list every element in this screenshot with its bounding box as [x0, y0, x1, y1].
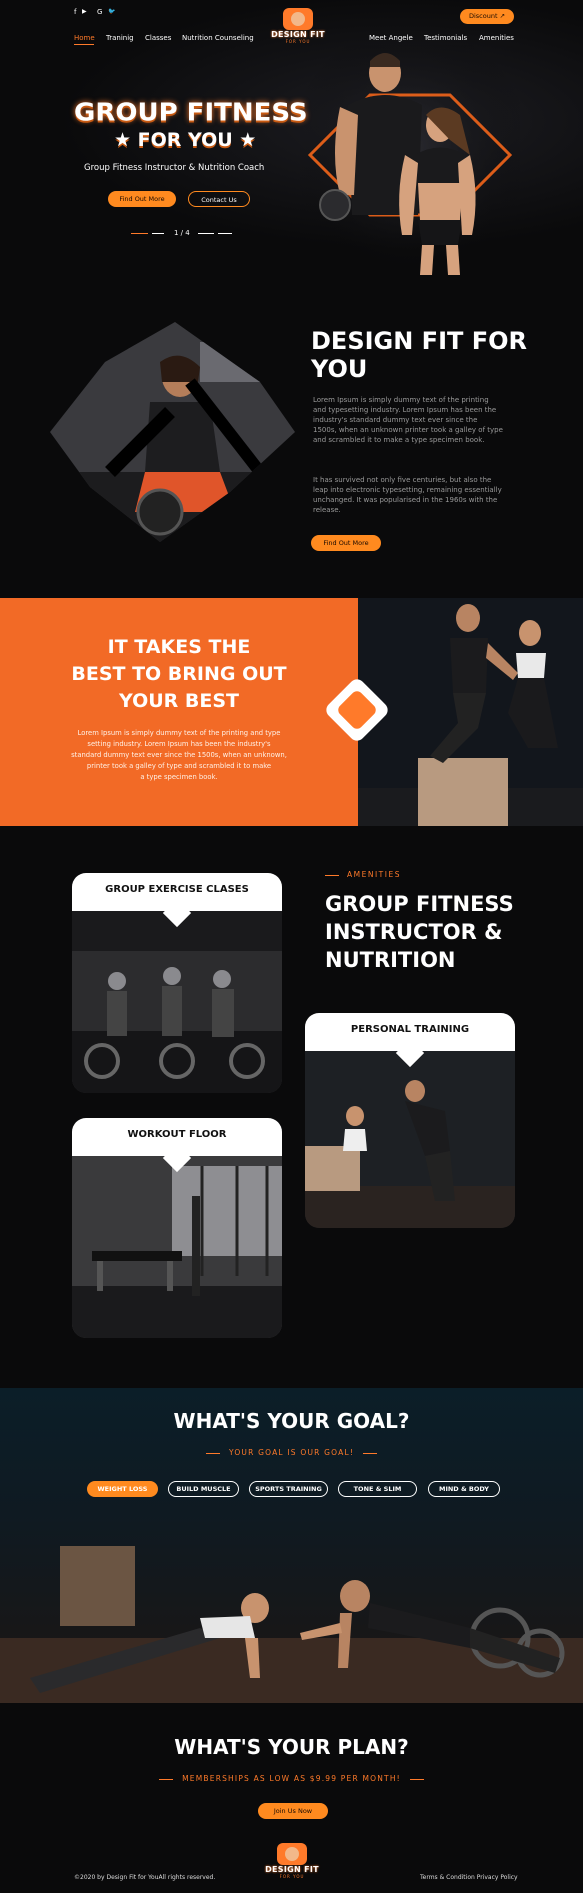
slider-line-left-accent [131, 233, 148, 234]
facebook-icon[interactable]: f [74, 8, 76, 16]
couple-training-image [358, 598, 583, 826]
hero-subtitle: Group Fitness Instructor & Nutrition Coa… [84, 163, 265, 173]
nav-active-underline [74, 44, 94, 45]
motivation-title-line-1: IT TAKES THE [107, 636, 251, 658]
motivation-text-line: setting industry. Lorem Ipsum has been t… [87, 740, 271, 748]
site-header: f ▶ G 🐦 Home Traninig Classes Nutrition … [0, 0, 583, 60]
workout-floor-image [72, 1156, 282, 1338]
footer-links[interactable]: Terms & Condition Privacy Policy [420, 1874, 518, 1881]
footer-logo[interactable]: DESIGN FIT FOR YOU [262, 1843, 322, 1879]
badge-logo-icon [335, 688, 379, 732]
hero-couple-photo [300, 45, 520, 275]
goal-tab-build-muscle[interactable]: BUILD MUSCLE [168, 1481, 239, 1497]
youtube-icon[interactable]: ▶ [82, 8, 87, 15]
motivation-title: IT TAKES THE BEST TO BRING OUT YOUR BEST [0, 634, 358, 715]
slider-line-left [152, 233, 164, 234]
hero-title: GROUP FITNESS [74, 98, 308, 128]
card-workout-floor-title: WORKOUT FLOOR [127, 1129, 227, 1140]
twitter-icon[interactable]: 🐦 [108, 8, 115, 15]
plan-subtitle: MEMBERSHIPS AS LOW AS $9.99 PER MONTH! [0, 1774, 583, 1783]
goal-subtitle-text: YOUR GOAL IS OUR GOAL! [228, 1448, 355, 1457]
card-personal-training[interactable]: PERSONAL TRAINING [305, 1013, 515, 1228]
logo-mark-icon [277, 1843, 307, 1865]
nav-amenities[interactable]: Amenities [479, 34, 514, 42]
group-exercise-image [72, 911, 282, 1093]
hero-title-second-line: ★ FOR YOU ★ [114, 129, 257, 151]
about-title: DESIGN FIT FOR YOU [311, 327, 527, 383]
copyright-text: ©2020 by Design Fit for YouAll rights re… [74, 1874, 216, 1881]
personal-training-image [305, 1051, 515, 1228]
subtitle-line-right [409, 1778, 424, 1780]
subtitle-line-right [363, 1452, 378, 1454]
about-paragraph-2: It has survived not only five centuries,… [313, 476, 502, 514]
eyebrow-line [325, 874, 339, 876]
motivation-text-line: Lorem Ipsum is simply dummy text of the … [77, 729, 281, 737]
about-find-out-more-button[interactable]: Find Out More [311, 535, 381, 551]
motivation-text-line: printer took a galley of type and scramb… [86, 762, 272, 770]
motivation-title-line-2: BEST TO BRING OUT [71, 663, 287, 685]
discount-button[interactable]: Discount ↗ [460, 9, 514, 24]
nav-training[interactable]: Traninig [106, 34, 134, 42]
slider-line-right [198, 233, 214, 234]
hero-find-out-more-button[interactable]: Find Out More [108, 191, 176, 207]
about-photo-diamond [50, 322, 295, 542]
hero-contact-us-button[interactable]: Contact Us [188, 191, 250, 207]
amenities-title-line-2: INSTRUCTOR & [325, 920, 503, 944]
card-personal-training-title: PERSONAL TRAINING [350, 1024, 470, 1035]
motivation-photo [358, 598, 583, 826]
goal-title: WHAT'S YOUR GOAL? [173, 1409, 410, 1433]
logo-title: DESIGN FIT [271, 30, 325, 39]
amenities-title-line-1: GROUP FITNESS [325, 892, 514, 916]
arrow-icon: ↗ [499, 12, 506, 20]
logo[interactable]: DESIGN FIT FOR YOU [268, 8, 328, 44]
goal-section: WHAT'S YOUR GOAL? YOUR GOAL IS OUR GOAL! [0, 1388, 583, 1703]
plan-subtitle-text: MEMBERSHIPS AS LOW AS $9.99 PER MONTH! [182, 1774, 401, 1783]
footer-logo-title: DESIGN FIT [265, 1865, 319, 1874]
goal-tab-weight-loss[interactable]: WEIGHT LOSS [87, 1481, 158, 1497]
amenities-eyebrow: AMENITIES [325, 870, 401, 879]
amenities-title: GROUP FITNESS INSTRUCTOR & NUTRITION [325, 890, 514, 974]
logo-subtitle: FOR YOU [285, 39, 311, 44]
motivation-section: IT TAKES THE BEST TO BRING OUT YOUR BEST… [0, 598, 358, 826]
plan-section: WHAT'S YOUR PLAN? MEMBERSHIPS AS LOW AS … [0, 1703, 583, 1893]
plan-title: WHAT'S YOUR PLAN? [174, 1735, 409, 1759]
google-icon[interactable]: G [97, 8, 102, 16]
amenities-eyebrow-text: AMENITIES [347, 870, 401, 879]
slider-indicator[interactable]: 1 / 4 [174, 229, 190, 237]
nav-testimonials[interactable]: Testimonials [424, 34, 467, 42]
slider-line-right-2 [218, 233, 232, 234]
discount-label: Discount [468, 12, 498, 20]
subtitle-line-left [159, 1778, 174, 1780]
motivation-title-line-3: YOUR BEST [118, 690, 239, 712]
subtitle-line-left [205, 1452, 220, 1454]
card-group-exercise[interactable]: GROUP EXERCISE CLASES [72, 873, 282, 1093]
goal-tab-tone-slim[interactable]: TONE & SLIM [338, 1481, 417, 1497]
logo-mark-icon [283, 8, 313, 30]
motivation-text-line: standard dummy text ever since the 1500s… [71, 751, 287, 759]
motivation-text: Lorem Ipsum is simply dummy text of the … [0, 728, 358, 783]
card-workout-floor[interactable]: WORKOUT FLOOR [72, 1118, 282, 1338]
pushup-couple-photo [0, 1546, 583, 1703]
card-group-exercise-title: GROUP EXERCISE CLASES [105, 884, 249, 895]
about-paragraph-1: Lorem Ipsum is simply dummy text of the … [313, 396, 503, 444]
footer-logo-subtitle: FOR YOU [279, 1874, 305, 1879]
motivation-text-line: a type specimen book. [140, 773, 218, 781]
goal-tab-sports-training[interactable]: SPORTS TRAINING [249, 1481, 328, 1497]
nav-meet-angele[interactable]: Meet Angele [369, 34, 413, 42]
amenities-title-line-3: NUTRITION [325, 948, 456, 972]
nav-home[interactable]: Home [74, 34, 95, 42]
goal-subtitle: YOUR GOAL IS OUR GOAL! [0, 1448, 583, 1457]
nav-classes[interactable]: Classes [145, 34, 171, 42]
join-us-now-button[interactable]: Join Us Now [258, 1803, 328, 1819]
goal-tab-mind-body[interactable]: MIND & BODY [428, 1481, 500, 1497]
nav-nutrition-counseling[interactable]: Nutrition Counseling [182, 34, 254, 42]
